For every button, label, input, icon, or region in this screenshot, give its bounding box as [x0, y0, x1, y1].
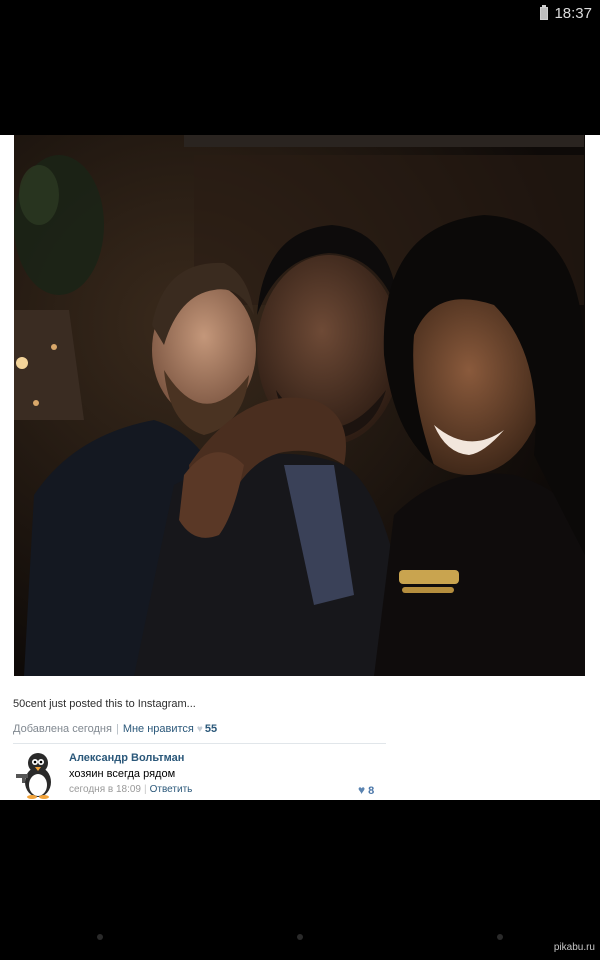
- added-label: Добавлена сегодня: [13, 723, 112, 735]
- divider: [13, 743, 386, 744]
- nav-dot: [97, 934, 103, 940]
- status-bar: 18:37: [0, 0, 600, 28]
- post-photo[interactable]: [14, 135, 585, 676]
- comment-like-count: 8: [368, 785, 375, 797]
- nav-dot: [297, 934, 303, 940]
- comment-author[interactable]: Александр Вольтман: [69, 752, 184, 764]
- navigation-bar: [0, 928, 600, 948]
- battery-icon: [540, 5, 548, 20]
- comment-text: хозяин всегда рядом: [69, 768, 176, 780]
- like-count: 55: [204, 723, 218, 735]
- separator: |: [144, 784, 147, 795]
- nav-dot: [497, 934, 503, 940]
- post-caption: 50cent just posted this to Instagram...: [13, 698, 196, 710]
- avatar[interactable]: [14, 749, 58, 799]
- reply-button[interactable]: Ответить: [150, 784, 193, 795]
- watermark: pikabu.ru: [553, 942, 595, 953]
- post-card: 50cent just posted this to Instagram... …: [0, 135, 600, 800]
- post-meta: Добавлена сегодня | Мне нравится ♥ 55: [13, 723, 217, 735]
- heart-icon: ♥: [358, 783, 366, 797]
- comment-like-button[interactable]: ♥ 8: [358, 783, 374, 797]
- status-time: 18:37: [554, 5, 592, 22]
- comment-meta: сегодня в 18:09 | Ответить: [69, 784, 192, 795]
- comment-timestamp: сегодня в 18:09: [69, 784, 141, 795]
- heart-icon[interactable]: ♥: [197, 724, 203, 735]
- separator: |: [115, 723, 119, 735]
- like-button[interactable]: Мне нравится: [123, 723, 194, 735]
